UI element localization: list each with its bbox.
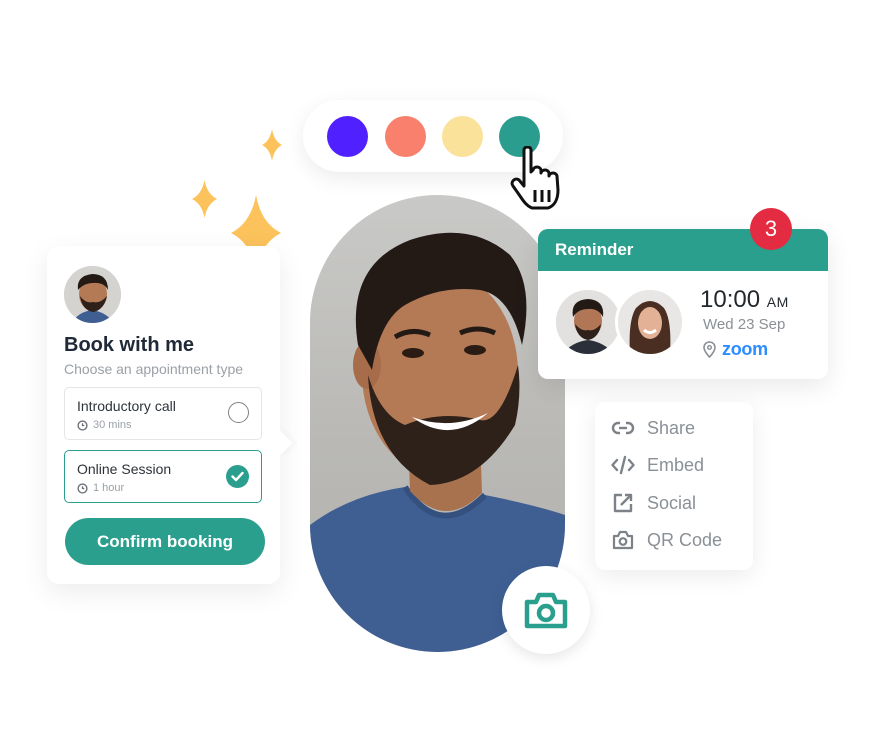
menu-item-social[interactable]: Social xyxy=(611,489,696,517)
reminder-location: zoom xyxy=(703,339,768,360)
share-menu: Share Embed Social QR Code xyxy=(595,402,753,570)
reminder-title: Reminder xyxy=(555,240,634,259)
camera-icon xyxy=(524,592,568,629)
reminder-ampm: AM xyxy=(766,294,789,310)
avatar-host xyxy=(553,287,623,357)
reminder-date: Wed 23 Sep xyxy=(703,316,786,333)
camera-button[interactable] xyxy=(502,566,590,654)
reminder-card: Reminder 10:00 AM Wed 23 Sep zoom xyxy=(538,229,828,379)
zoom-logo: zoom xyxy=(722,339,768,359)
swatch-yellow[interactable] xyxy=(442,116,483,157)
code-icon xyxy=(611,453,635,477)
option-duration: 30 mins xyxy=(93,419,132,431)
option-online-session[interactable]: Online Session 1 hour xyxy=(64,450,262,503)
booking-subtitle: Choose an appointment type xyxy=(64,361,244,377)
swatch-coral[interactable] xyxy=(385,116,426,157)
camera-icon xyxy=(611,528,635,552)
menu-label: Social xyxy=(647,492,697,513)
swatch-purple[interactable] xyxy=(327,116,368,157)
option-name: Introductory call xyxy=(77,398,176,414)
notification-badge: 3 xyxy=(750,208,792,250)
option-duration: 1 hour xyxy=(93,482,125,494)
option-introductory-call[interactable]: Introductory call 30 mins xyxy=(64,387,262,440)
clock-icon xyxy=(77,419,88,431)
confirm-booking-button[interactable]: Confirm booking xyxy=(65,518,265,565)
sparkle-icon xyxy=(192,180,217,218)
booking-card: Book with me Choose an appointment type … xyxy=(47,246,293,584)
hand-cursor-icon xyxy=(510,146,560,210)
radio-unchecked-icon[interactable] xyxy=(228,402,249,423)
menu-label: QR Code xyxy=(647,529,723,550)
location-pin-icon xyxy=(703,341,716,358)
menu-label: Embed xyxy=(647,454,705,475)
menu-item-embed[interactable]: Embed xyxy=(611,451,704,479)
menu-label: Share xyxy=(647,417,696,438)
avatar xyxy=(64,266,121,323)
external-link-icon xyxy=(611,491,635,515)
link-icon xyxy=(611,416,635,440)
booking-title: Book with me xyxy=(64,334,195,356)
option-name: Online Session xyxy=(77,461,172,477)
avatar-guest xyxy=(615,287,685,357)
sparkle-icon xyxy=(262,129,282,161)
card-pointer xyxy=(267,430,293,456)
menu-item-share[interactable]: Share xyxy=(611,414,695,442)
reminder-time: 10:00 AM xyxy=(700,286,789,313)
check-circle-icon[interactable] xyxy=(226,465,249,488)
clock-icon xyxy=(77,482,88,494)
menu-item-qr-code[interactable]: QR Code xyxy=(611,526,722,554)
